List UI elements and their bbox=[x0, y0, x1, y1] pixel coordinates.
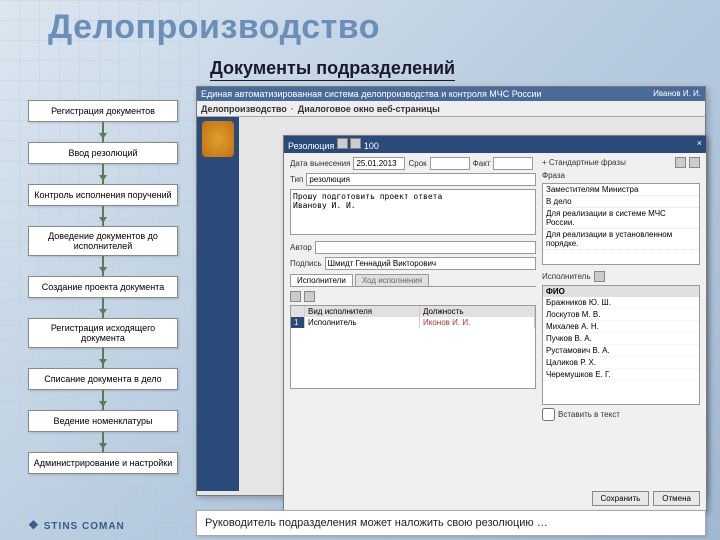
sign-label: Подпись bbox=[290, 259, 322, 268]
list-item[interactable]: Цаликов Р. Х. bbox=[543, 357, 699, 369]
sign-select[interactable] bbox=[325, 257, 536, 270]
list-item[interactable]: Михалев А. Н. bbox=[543, 321, 699, 333]
close-icon[interactable]: × bbox=[697, 138, 702, 151]
table-row[interactable]: 1 Исполнитель Иконов И. И. bbox=[291, 317, 535, 328]
caption-bar: Руководитель подразделения может наложит… bbox=[196, 510, 706, 536]
deadline-input[interactable] bbox=[430, 157, 470, 170]
step-item[interactable]: Регистрация исходящего документа bbox=[28, 318, 178, 348]
dialog-tabs: Исполнители Ход исполнения bbox=[290, 274, 536, 287]
type-label: Тип bbox=[290, 175, 303, 184]
step-item[interactable]: Доведение документов до исполнителей bbox=[28, 226, 178, 256]
phrase-list[interactable]: Заместителям Министра В дело Для реализа… bbox=[542, 183, 700, 265]
list-item[interactable]: Для реализации в системе МЧС России. bbox=[543, 208, 699, 229]
author-select[interactable] bbox=[315, 241, 536, 254]
phrase-tool-icon[interactable] bbox=[689, 157, 700, 168]
tab-progress[interactable]: Ход исполнения bbox=[355, 274, 429, 286]
list-item[interactable]: Пучков В. А. bbox=[543, 333, 699, 345]
step-item[interactable]: Администрирование и настройки bbox=[28, 452, 178, 474]
app-sidebar bbox=[197, 117, 239, 491]
emblem-icon bbox=[202, 121, 234, 157]
step-item[interactable]: Ведение номенклатуры bbox=[28, 410, 178, 432]
filter-icon[interactable] bbox=[594, 271, 605, 282]
resolution-dialog: Резолюция 100 × Дата вынесения Срок bbox=[283, 135, 707, 511]
dialog-title: Резолюция bbox=[288, 141, 334, 151]
brand-logo: ❖STINS COMAN bbox=[28, 518, 125, 532]
remove-icon[interactable] bbox=[304, 291, 315, 302]
phrase-cat-label: Фраза bbox=[542, 171, 565, 180]
page-title: Делопроизводство bbox=[48, 8, 380, 47]
col-post: Должность bbox=[420, 306, 535, 317]
app-titlebar: Единая автоматизированная система делопр… bbox=[197, 87, 705, 101]
std-phrases-label: Стандартные фразы bbox=[549, 158, 626, 167]
list-item[interactable]: В дело bbox=[543, 196, 699, 208]
step-item[interactable]: Ввод резолюций bbox=[28, 142, 178, 164]
deadline-label: Срок bbox=[408, 159, 426, 168]
fact-label: Факт bbox=[473, 159, 491, 168]
date-label: Дата вынесения bbox=[290, 159, 350, 168]
cancel-button[interactable]: Отмена bbox=[653, 491, 700, 506]
step-item[interactable]: Контроль исполнения поручений bbox=[28, 184, 178, 206]
author-label: Автор bbox=[290, 243, 312, 252]
insert-checkbox[interactable] bbox=[542, 408, 555, 421]
date-input[interactable] bbox=[353, 157, 405, 170]
resolution-text[interactable]: Прошу подготовить проект ответа Иванову … bbox=[290, 189, 536, 235]
list-item[interactable]: Рустамович В. А. bbox=[543, 345, 699, 357]
step-item[interactable]: Создание проекта документа bbox=[28, 276, 178, 298]
list-item[interactable]: Лоскутов М. В. bbox=[543, 309, 699, 321]
zoom-value: 100 bbox=[364, 141, 379, 151]
phrase-tool-icon[interactable] bbox=[675, 157, 686, 168]
tool-icon[interactable] bbox=[337, 138, 348, 149]
step-item[interactable]: Списание документа в дело bbox=[28, 368, 178, 390]
tool-icon[interactable] bbox=[350, 138, 361, 149]
list-item[interactable]: Бражников Ю. Ш. bbox=[543, 297, 699, 309]
list-item[interactable]: Заместителям Министра bbox=[543, 184, 699, 196]
list-item[interactable]: Черемушков Е. Г. bbox=[543, 369, 699, 381]
workflow-steps: Регистрация документов Ввод резолюций Ко… bbox=[28, 100, 178, 474]
add-icon[interactable] bbox=[290, 291, 301, 302]
names-list[interactable]: ФИО Бражников Ю. Ш. Лоскутов М. В. Михал… bbox=[542, 285, 700, 405]
step-item[interactable]: Регистрация документов bbox=[28, 100, 178, 122]
page-label: Диалоговое окно веб-страницы bbox=[298, 104, 440, 114]
app-toolbar: Делопроизводство · Диалоговое окно веб-с… bbox=[197, 101, 705, 117]
type-select[interactable] bbox=[306, 173, 536, 186]
tab-executors[interactable]: Исполнители bbox=[290, 274, 353, 286]
breadcrumb[interactable]: Делопроизводство bbox=[201, 104, 287, 114]
insert-label: Вставить в текст bbox=[558, 410, 620, 419]
names-header: Исполнитель bbox=[542, 272, 591, 281]
fio-header: ФИО bbox=[543, 286, 699, 297]
col-kind: Вид исполнителя bbox=[305, 306, 420, 317]
logo-icon: ❖ bbox=[28, 518, 40, 532]
fact-input[interactable] bbox=[493, 157, 533, 170]
executors-table: Вид исполнителя Должность 1 Исполнитель … bbox=[290, 305, 536, 389]
system-title: Единая автоматизированная система делопр… bbox=[201, 89, 541, 99]
list-item[interactable]: Для реализации в установленном порядке. bbox=[543, 229, 699, 250]
current-user: Иванов И. И. bbox=[653, 89, 701, 99]
app-window: Единая автоматизированная система делопр… bbox=[196, 86, 706, 496]
dialog-titlebar: Резолюция 100 × bbox=[284, 136, 706, 153]
page-subtitle: Документы подразделений bbox=[210, 58, 455, 81]
save-button[interactable]: Сохранить bbox=[592, 491, 650, 506]
